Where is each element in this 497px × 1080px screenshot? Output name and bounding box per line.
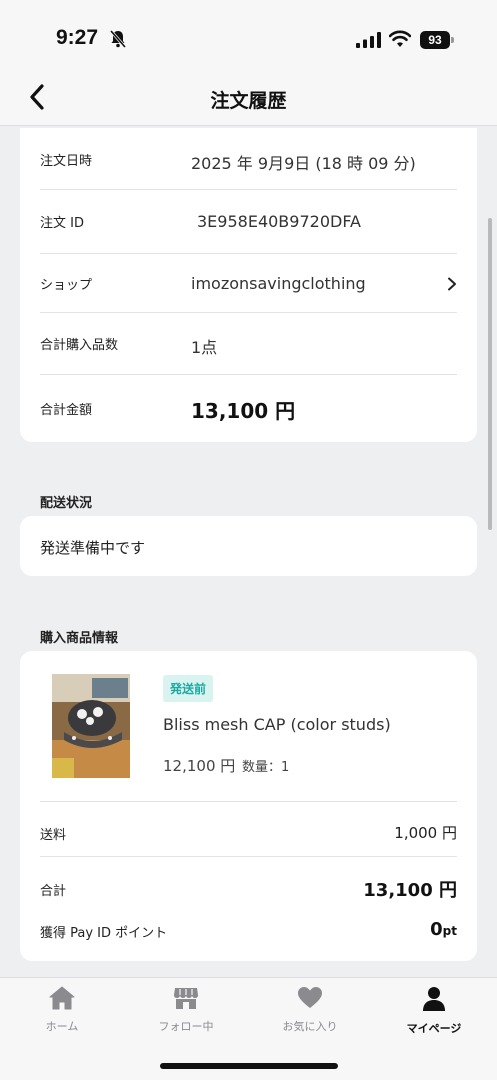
- product-card: 発送前 Bliss mesh CAP (color studs) 12,100 …: [20, 651, 477, 961]
- product-section-title: 購入商品情報: [40, 631, 119, 646]
- shipping-section-title: 配送状況: [40, 496, 93, 511]
- summary-total-value: 13,100 円: [363, 880, 457, 901]
- tab-home[interactable]: ホーム: [0, 986, 124, 1034]
- home-indicator: [160, 1063, 338, 1069]
- points-unit: pt: [442, 924, 457, 938]
- chevron-right-icon: [448, 277, 456, 291]
- tab-following[interactable]: フォロー中: [124, 986, 248, 1034]
- navigation-bar: 注文履歴: [0, 70, 497, 126]
- order-id-label: 注文 ID: [40, 216, 84, 231]
- product-price: 12,100 円: [163, 757, 236, 775]
- tab-home-label: ホーム: [45, 1020, 79, 1033]
- points-value: 0: [430, 919, 443, 940]
- shipping-status-text: 発送準備中です: [40, 539, 146, 557]
- total-amount-label: 合計金額: [40, 403, 93, 418]
- scrollbar[interactable]: [488, 218, 492, 530]
- divider: [40, 189, 457, 190]
- home-icon: [49, 986, 75, 1010]
- page-title: 注文履歴: [210, 90, 287, 112]
- heart-icon: [298, 987, 322, 1008]
- product-name: Bliss mesh CAP (color studs): [163, 715, 391, 734]
- status-time: 9:27: [56, 26, 99, 49]
- total-amount-value: 13,100 円: [191, 399, 296, 423]
- battery-icon: 93: [420, 31, 450, 49]
- tab-favorites[interactable]: お気に入り: [248, 986, 372, 1034]
- item-count-value: 1点: [191, 338, 218, 357]
- store-icon: [174, 988, 198, 1009]
- shop-value: imozonsavingclothing: [191, 274, 366, 293]
- order-date-label: 注文日時: [40, 154, 93, 169]
- tab-mypage[interactable]: マイページ: [372, 986, 496, 1036]
- shipping-fee-value: 1,000 円: [394, 824, 457, 842]
- tab-mypage-label: マイページ: [406, 1022, 462, 1035]
- points-value-group: 0pt: [430, 919, 457, 940]
- tab-following-label: フォロー中: [158, 1020, 214, 1033]
- signal-icon: [356, 32, 381, 48]
- item-count-label: 合計購入品数: [40, 338, 119, 353]
- order-id-value: 3E958E40B9720DFA: [197, 212, 361, 231]
- shop-row[interactable]: ショップ imozonsavingclothing: [20, 254, 477, 312]
- shop-label: ショップ: [40, 278, 93, 293]
- status-bar: 9:27 93: [0, 0, 497, 70]
- product-item[interactable]: 発送前 Bliss mesh CAP (color studs) 12,100 …: [20, 651, 477, 801]
- divider: [40, 312, 457, 313]
- order-date-value: 2025 年 9月9日 (18 時 09 分): [191, 154, 416, 173]
- shipping-fee-label: 送料: [40, 828, 67, 843]
- divider: [40, 374, 457, 375]
- person-icon: [423, 987, 445, 1011]
- divider: [40, 856, 457, 857]
- wifi-icon: [389, 30, 411, 47]
- tab-favorites-label: お気に入り: [282, 1020, 338, 1033]
- divider: [40, 801, 457, 802]
- shipping-status-card: 発送準備中です: [20, 516, 477, 576]
- summary-total-label: 合計: [40, 884, 67, 899]
- product-thumbnail: [52, 674, 130, 778]
- status-badge: 発送前: [163, 675, 214, 702]
- product-quantity: 数量：1: [242, 760, 290, 775]
- bell-muted-icon: [110, 30, 126, 48]
- battery-tip: [451, 37, 454, 43]
- points-label: 獲得 Pay ID ポイント: [40, 926, 168, 941]
- order-info-card: 注文日時 2025 年 9月9日 (18 時 09 分) 注文 ID 3E958…: [20, 128, 477, 442]
